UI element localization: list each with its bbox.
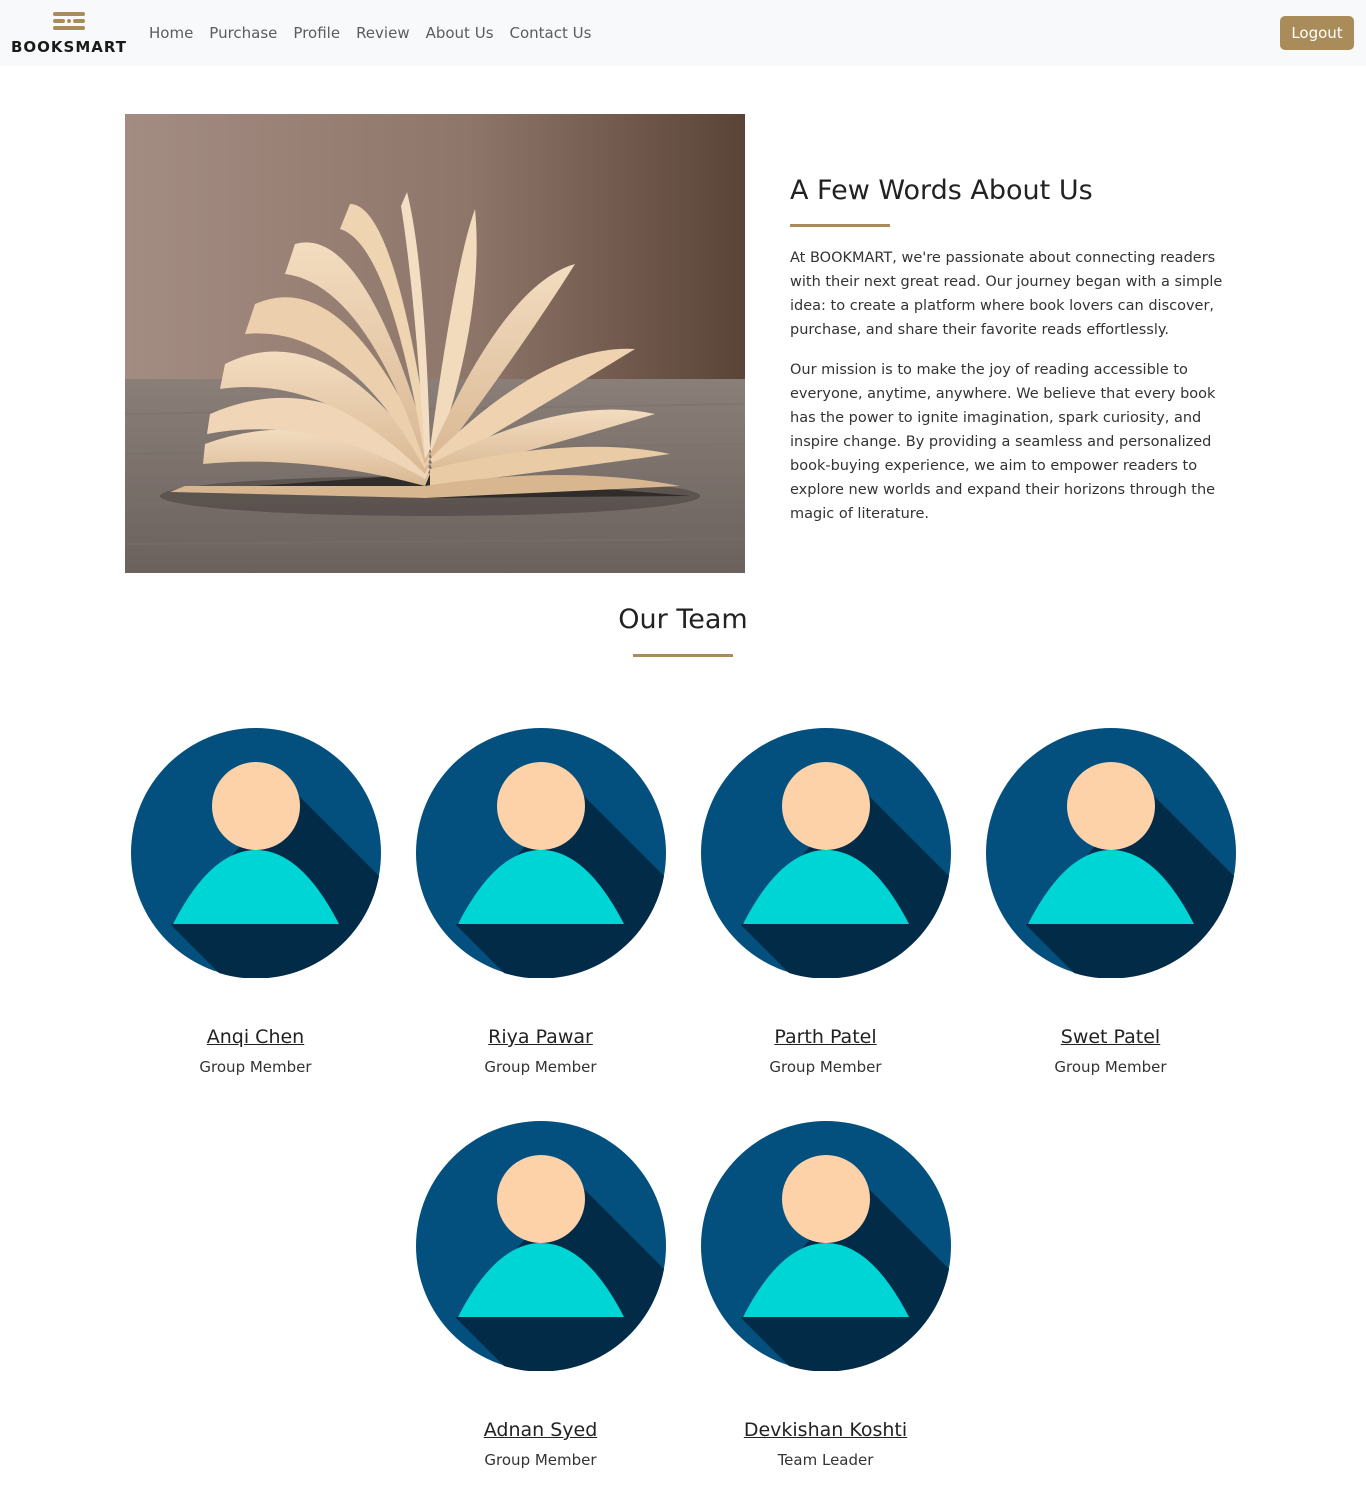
- about-title-underline: [790, 224, 890, 227]
- books-logo-icon: [53, 12, 85, 30]
- nav-review-link[interactable]: Review: [348, 22, 418, 44]
- member-role: Group Member: [199, 1058, 312, 1076]
- open-book-image: [125, 114, 745, 573]
- member-name-link[interactable]: Riya Pawar: [488, 1025, 593, 1049]
- nav-profile-link[interactable]: Profile: [285, 22, 348, 44]
- member-name-link[interactable]: Devkishan Koshti: [744, 1418, 907, 1442]
- nav-purchase-link[interactable]: Purchase: [201, 22, 285, 44]
- team-member-card: Devkishan Koshti Team Leader: [683, 1121, 968, 1470]
- user-avatar-icon: [700, 1121, 951, 1371]
- nav-links: Home Purchase Profile Review About Us Co…: [141, 22, 599, 44]
- member-role: Group Member: [484, 1058, 597, 1076]
- member-role: Group Member: [484, 1451, 597, 1469]
- team-member-card: Anqi Chen Group Member: [113, 728, 398, 1077]
- member-name-link[interactable]: Anqi Chen: [207, 1025, 304, 1049]
- logout-button[interactable]: Logout: [1280, 16, 1354, 50]
- team-member-card: Adnan Syed Group Member: [398, 1121, 683, 1470]
- brand-link[interactable]: BOOKSMART: [11, 10, 127, 58]
- member-name-link[interactable]: Adnan Syed: [484, 1418, 598, 1442]
- navbar: BOOKSMART Home Purchase Profile Review A…: [0, 0, 1366, 66]
- about-title: A Few Words About Us: [790, 175, 1093, 206]
- user-avatar-icon: [985, 728, 1236, 978]
- brand-name: BOOKSMART: [11, 38, 128, 56]
- nav-home-link[interactable]: Home: [141, 22, 201, 44]
- nav-contact-link[interactable]: Contact Us: [502, 22, 600, 44]
- member-name-link[interactable]: Swet Patel: [1061, 1025, 1160, 1049]
- user-avatar-icon: [700, 728, 951, 978]
- user-avatar-icon: [415, 1121, 666, 1371]
- about-paragraph-2: Our mission is to make the joy of readin…: [790, 362, 1216, 522]
- member-role: Group Member: [1054, 1058, 1167, 1076]
- team-title-underline: [633, 654, 733, 657]
- user-avatar-icon: [415, 728, 666, 978]
- nav-about-link[interactable]: About Us: [418, 22, 502, 44]
- member-role: Team Leader: [777, 1451, 874, 1469]
- about-paragraph-1: At BOOKMART, we're passionate about conn…: [790, 250, 1223, 338]
- about-section: A Few Words About Us At BOOKMART, we're …: [790, 174, 1245, 542]
- member-name-link[interactable]: Parth Patel: [774, 1025, 876, 1049]
- member-role: Group Member: [769, 1058, 882, 1076]
- team-title: Our Team: [618, 604, 748, 635]
- team-member-card: Swet Patel Group Member: [968, 728, 1253, 1077]
- team-member-card: Riya Pawar Group Member: [398, 728, 683, 1077]
- team-member-card: Parth Patel Group Member: [683, 728, 968, 1077]
- user-avatar-icon: [130, 728, 381, 978]
